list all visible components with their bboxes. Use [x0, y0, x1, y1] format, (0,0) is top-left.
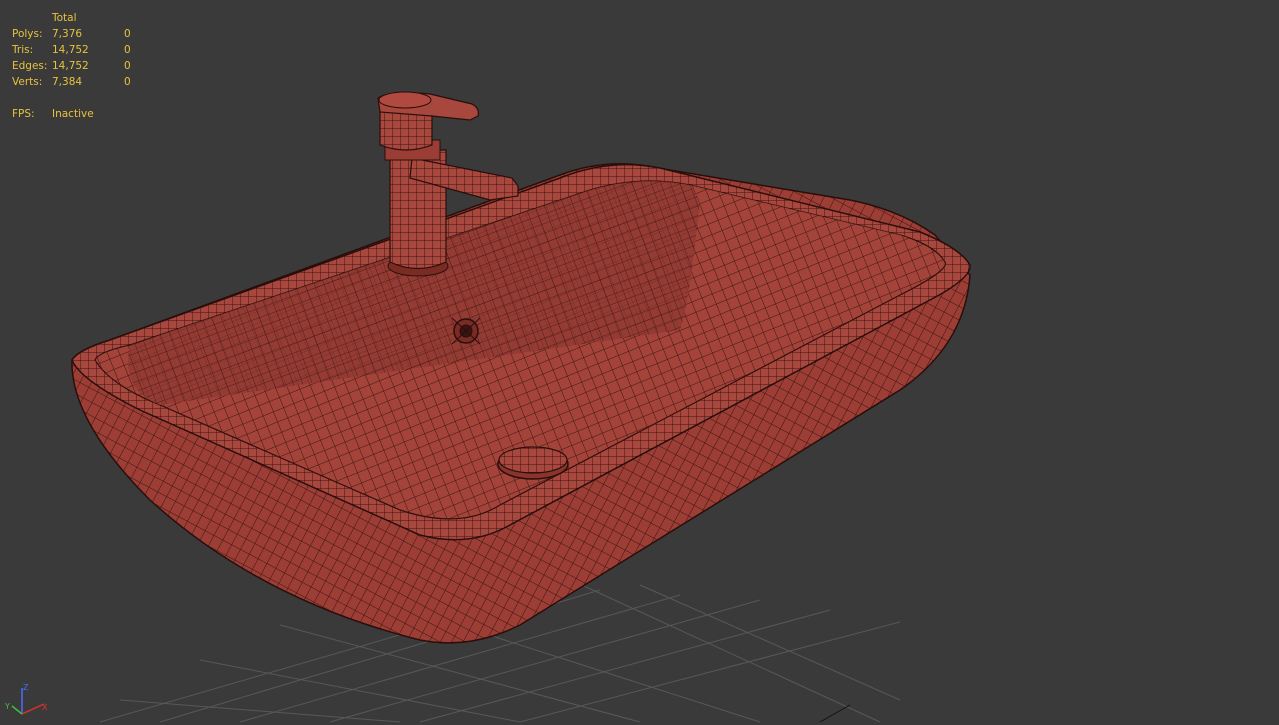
stats-selected-value: 0 — [124, 76, 131, 88]
viewport-statistics: Total Polys: 7,376 0 Tris: 14,752 0 Edge… — [12, 10, 144, 122]
stats-label: Verts: — [12, 76, 43, 88]
stats-row-tris: Tris: 14,752 0 — [12, 42, 144, 58]
stats-total-value: 14,752 — [52, 44, 89, 56]
stats-selected-value: 0 — [124, 44, 131, 56]
fps-value: Inactive — [52, 108, 94, 120]
scene-render[interactable] — [0, 0, 1279, 725]
stats-total-value: 7,384 — [52, 76, 83, 88]
axis-gizmo-icon: Z X Y — [4, 683, 48, 715]
stats-total-value: 14,752 — [52, 60, 89, 72]
stats-selected-value: 0 — [124, 28, 131, 40]
stats-row-edges: Edges: 14,752 0 — [12, 58, 144, 74]
fps-label: FPS: — [12, 108, 35, 120]
axis-y-label: Y — [4, 702, 10, 711]
stats-total-value: 7,376 — [52, 28, 83, 40]
stats-label: Polys: — [12, 28, 43, 40]
stats-selected-value: 0 — [124, 60, 131, 72]
drain-cap — [497, 446, 569, 480]
stats-label: Tris: — [12, 44, 34, 56]
3d-viewport[interactable]: Total Polys: 7,376 0 Tris: 14,752 0 Edge… — [0, 0, 1279, 725]
axis-z-label: Z — [23, 683, 29, 692]
stats-header-row: Total — [12, 10, 144, 26]
stats-row-fps: FPS: Inactive — [12, 106, 144, 122]
stats-header-total: Total — [52, 12, 77, 24]
stats-row-polys: Polys: 7,376 0 — [12, 26, 144, 42]
overflow-hole — [451, 317, 481, 345]
axis-x-label: X — [42, 703, 48, 712]
stats-label: Edges: — [12, 60, 48, 72]
stats-row-verts: Verts: 7,384 0 — [12, 74, 144, 90]
